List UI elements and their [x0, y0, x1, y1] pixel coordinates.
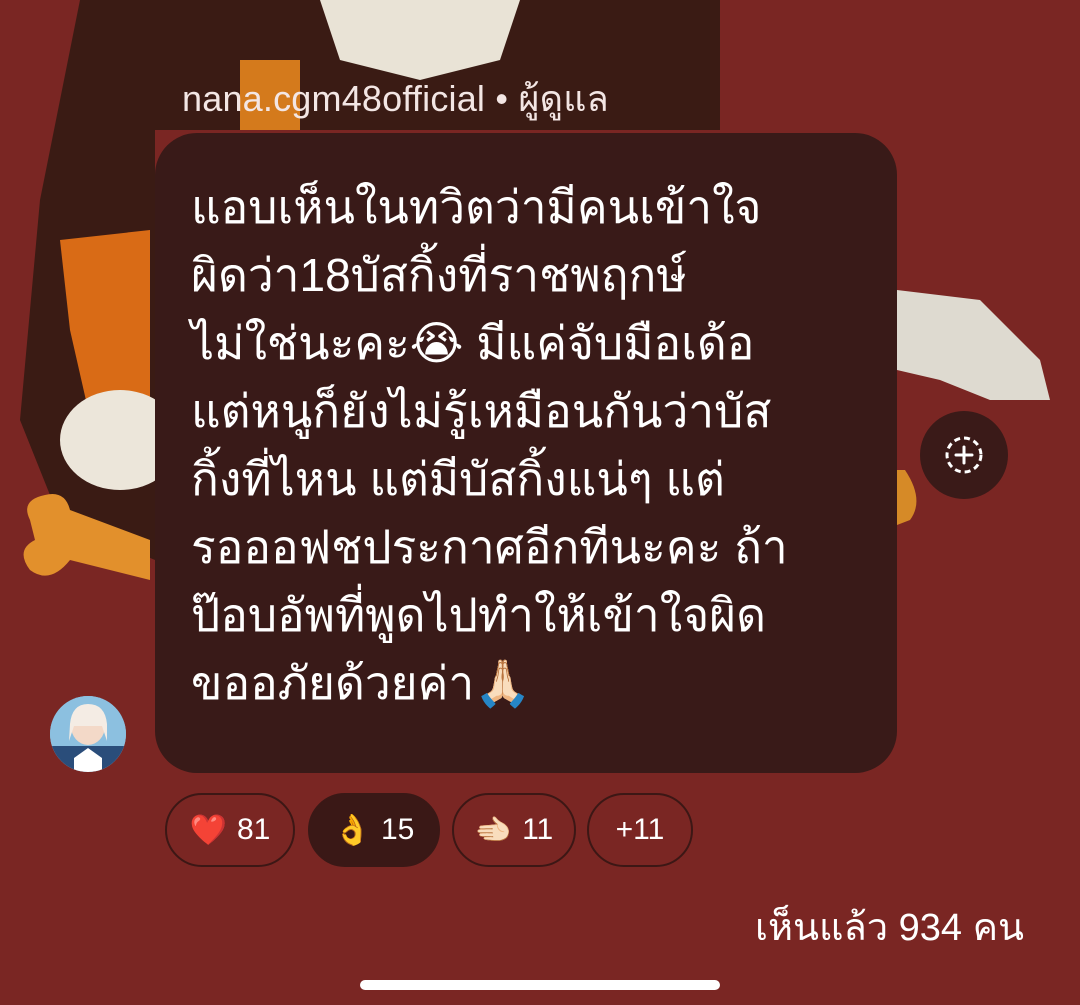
message-sender-line: nana.cgm48official • ผู้ดูแล [182, 70, 609, 127]
message-line: แอบเห็นในทวิตว่ามีคนเข้าใจ [191, 181, 762, 233]
heart-icon: ❤️ [189, 813, 227, 847]
separator-dot: • [495, 78, 509, 119]
message-line: รอออฟชประกาศอีกทีนะคะ ถ้า [191, 521, 788, 573]
avatar-image [50, 696, 126, 772]
reaction-chip-hand[interactable]: 🫲🏻 11 [452, 793, 576, 867]
message-line: ขออภัยด้วยค่า🙏🏻 [191, 657, 532, 709]
seen-count: เห็นแล้ว 934 คน [754, 907, 1024, 949]
message-line: ไม่ใช่นะคะ😭 มีแค่จับมือเด้อ [191, 317, 755, 369]
message-line: ผิดว่า18บัสกิ้งที่ราชพฤกษ์ [191, 249, 687, 301]
reaction-count: 11 [522, 813, 554, 846]
reaction-chip-more[interactable]: +11 [587, 793, 693, 867]
reaction-count: 15 [380, 813, 415, 846]
sender-avatar[interactable] [50, 696, 126, 772]
home-indicator[interactable] [360, 980, 720, 990]
reaction-count: 81 [236, 813, 271, 846]
reaction-chip-heart[interactable]: ❤️ 81 [165, 793, 295, 867]
reaction-more-count: +11 [615, 813, 665, 846]
sender-name[interactable]: nana.cgm48official [182, 78, 485, 119]
add-reaction-button[interactable] [920, 411, 1008, 499]
sender-role: ผู้ดูแล [518, 78, 609, 119]
message-line: ป๊อบอัพที่พูดไปทำให้เข้าใจผิด [191, 589, 766, 641]
add-emoji-icon [945, 436, 983, 474]
message-line: แต่หนูก็ยังไม่รู้เหมือนกันว่าบัส [191, 385, 772, 437]
message-line: กิ้งที่ไหน แต่มีบัสกิ้งแน่ๆ แต่ [191, 453, 725, 505]
reaction-chip-ok-hand[interactable]: 👌 15 [308, 793, 440, 867]
hand-icon: 🫲🏻 [474, 813, 513, 847]
message-bubble[interactable]: แอบเห็นในทวิตว่ามีคนเข้าใจ ผิดว่า18บัสกิ… [155, 133, 897, 773]
ok-hand-icon: 👌 [333, 813, 371, 847]
